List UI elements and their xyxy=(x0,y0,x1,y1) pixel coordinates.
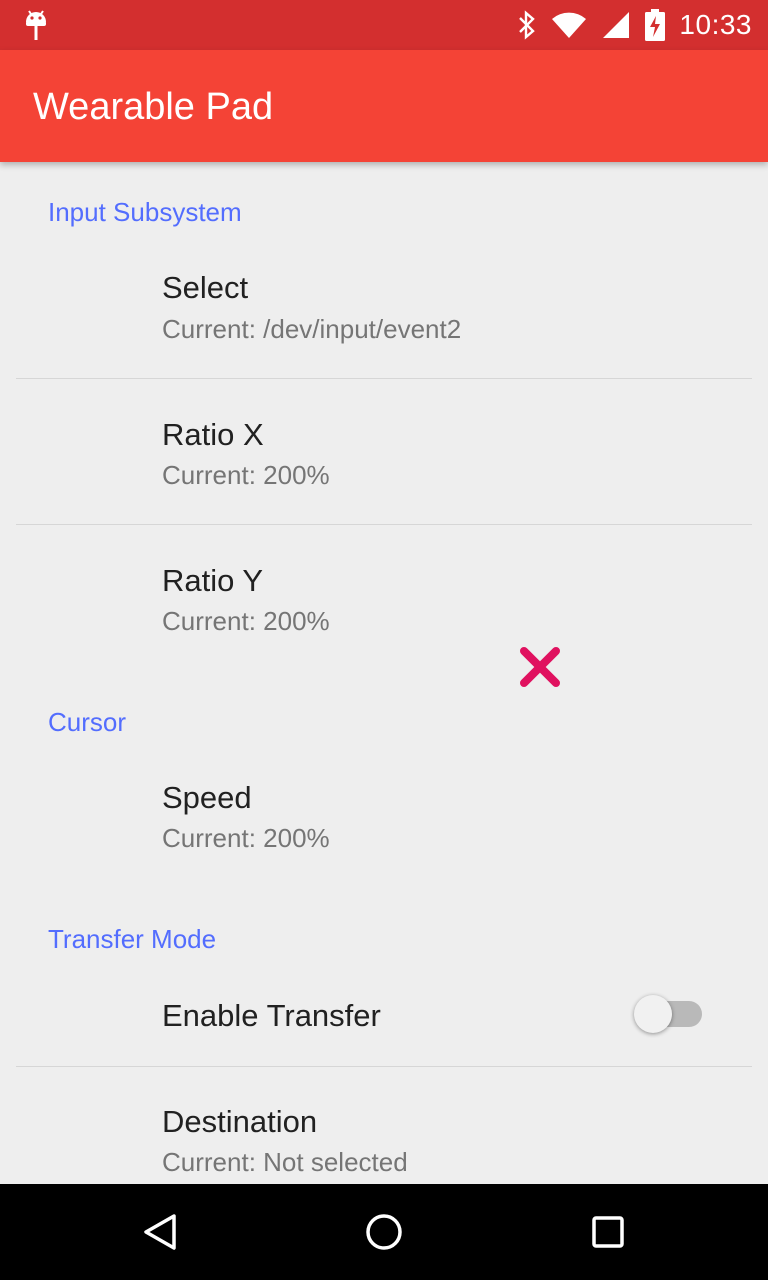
pref-destination[interactable]: Destination Current: Not selected xyxy=(0,1067,768,1184)
switch-thumb xyxy=(634,995,672,1033)
pref-ratio-y[interactable]: Ratio Y Current: 200% xyxy=(0,525,768,671)
pref-select[interactable]: Select Current: /dev/input/event2 xyxy=(0,232,768,378)
status-bar: 10:33 xyxy=(0,0,768,50)
app-title: Wearable Pad xyxy=(33,86,274,128)
pref-title: Ratio X xyxy=(162,417,264,452)
pref-title: Ratio Y xyxy=(162,563,264,598)
category-input-subsystem: Input Subsystem xyxy=(48,197,242,227)
signal-icon xyxy=(603,12,630,38)
navigation-bar xyxy=(0,1184,768,1280)
back-icon[interactable] xyxy=(136,1208,184,1256)
close-x-icon xyxy=(520,647,560,687)
pref-ratio-x[interactable]: Ratio X Current: 200% xyxy=(0,379,768,524)
wifi-icon xyxy=(552,12,587,38)
pref-enable-transfer[interactable]: Enable Transfer xyxy=(0,960,768,1066)
pref-summary: Current: 200% xyxy=(162,823,330,853)
pref-title: Select xyxy=(162,270,249,305)
clock: 10:33 xyxy=(679,9,752,40)
pref-summary: Current: Not selected xyxy=(162,1147,408,1177)
pref-summary: Current: /dev/input/event2 xyxy=(162,314,462,344)
recents-icon[interactable] xyxy=(584,1208,632,1256)
pref-title: Destination xyxy=(162,1104,318,1139)
preferences-list[interactable]: Input Subsystem Select Current: /dev/inp… xyxy=(0,162,768,1184)
pref-title: Speed xyxy=(162,780,252,815)
category-transfer-mode: Transfer Mode xyxy=(48,924,217,954)
android-debug-icon xyxy=(26,10,46,40)
enable-transfer-switch[interactable] xyxy=(634,994,704,1034)
home-icon[interactable] xyxy=(360,1208,408,1256)
pref-summary: Current: 200% xyxy=(162,606,330,636)
battery-charging-icon xyxy=(645,9,666,41)
pref-speed[interactable]: Speed Current: 200% xyxy=(0,742,768,888)
bluetooth-icon xyxy=(519,10,536,40)
category-cursor: Cursor xyxy=(48,707,127,737)
pref-summary: Current: 200% xyxy=(162,460,330,490)
pref-title: Enable Transfer xyxy=(162,998,381,1033)
app-bar: Wearable Pad xyxy=(0,50,768,162)
